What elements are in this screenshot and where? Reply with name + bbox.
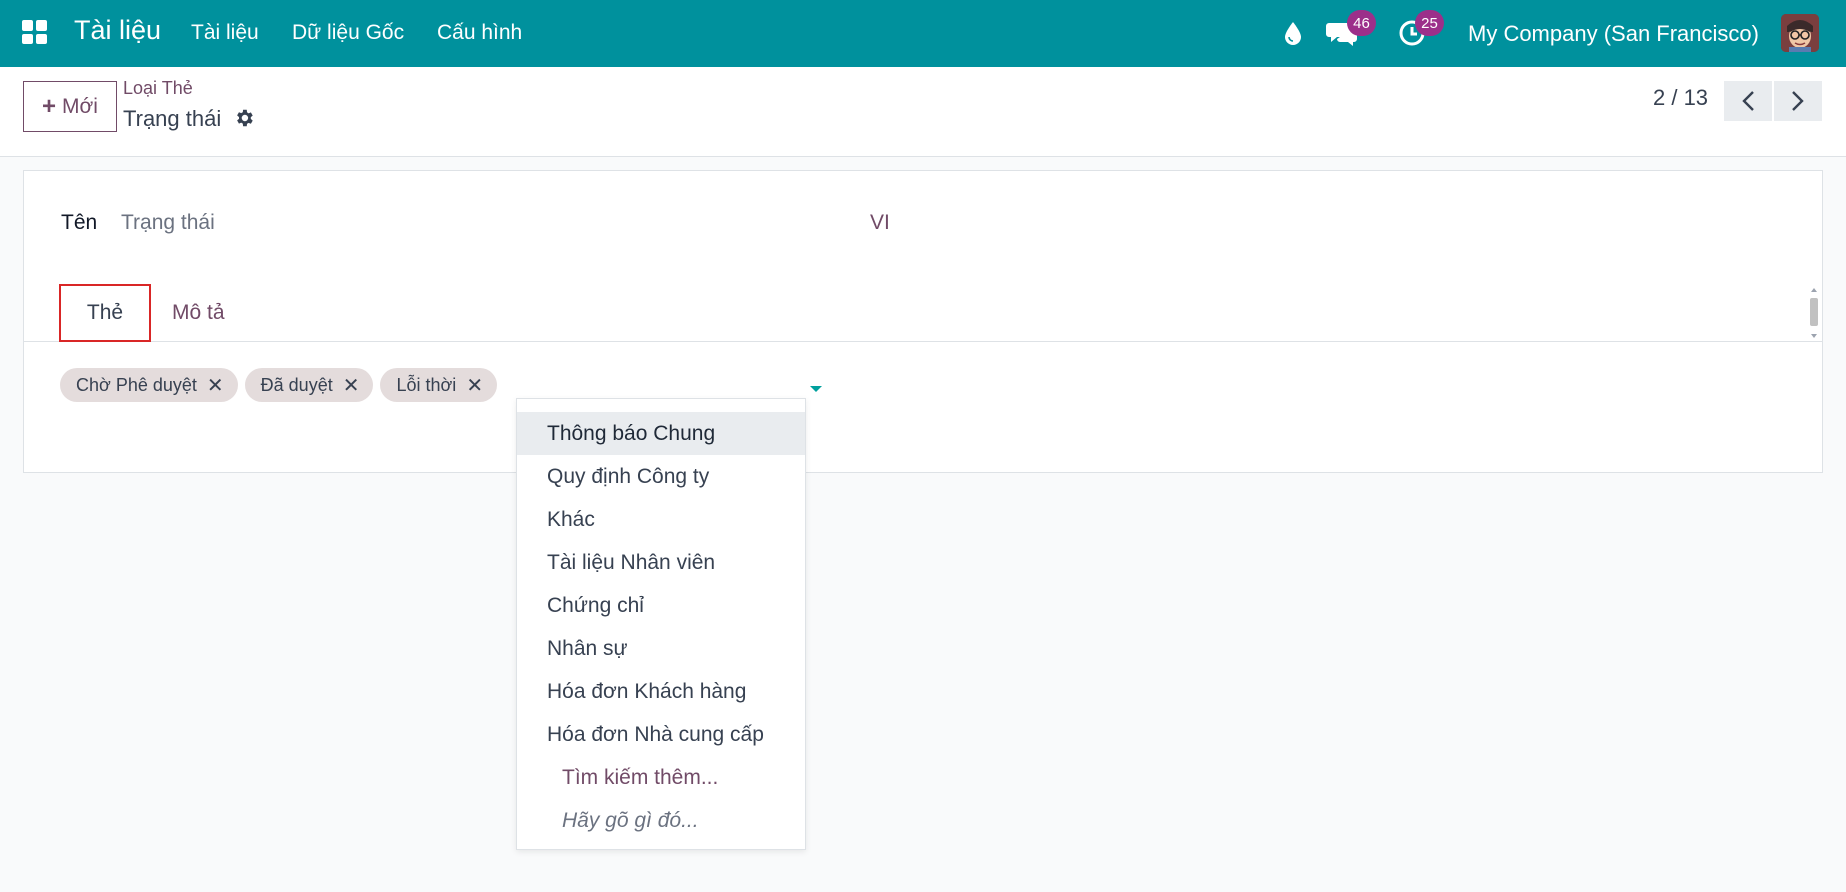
apps-menu-icon[interactable] [22, 20, 47, 44]
top-navbar: Tài liệu Tài liệu Dữ liệu Gốc Cấu hình 4… [0, 0, 1846, 67]
tag-label: Chờ Phê duyệt [76, 374, 197, 395]
gear-icon[interactable] [233, 107, 255, 129]
tag-label: Lỗi thời [396, 374, 457, 395]
type-something-hint: Hãy gõ gì đó... [562, 808, 699, 832]
messages-count-badge: 46 [1347, 10, 1376, 36]
tag-chip: Chờ Phê duyệt ✕ [60, 368, 238, 402]
new-button[interactable]: + Mới [23, 81, 117, 132]
dropdown-option[interactable]: Thông báo Chung [517, 412, 805, 455]
language-button[interactable]: VI [870, 211, 890, 235]
menu-item-master-data[interactable]: Dữ liệu Gốc [292, 21, 404, 45]
chevron-left-icon [1742, 91, 1754, 111]
chevron-right-icon [1792, 91, 1804, 111]
user-avatar[interactable] [1781, 14, 1819, 52]
dropdown-option[interactable]: Nhân sự [517, 627, 805, 670]
name-field-input[interactable]: Trạng thái [121, 211, 215, 235]
control-panel: + Mới Loại Thẻ Trạng thái 2 / 13 [0, 67, 1846, 157]
breadcrumb-parent-link[interactable]: Loại Thẻ [123, 78, 193, 99]
dropdown-option[interactable]: Chứng chỉ [517, 584, 805, 627]
dropdown-option[interactable]: Hóa đơn Nhà cung cấp [517, 713, 805, 756]
search-more-link[interactable]: Tìm kiếm thêm... [517, 756, 805, 799]
drop-icon[interactable] [1276, 16, 1310, 50]
breadcrumb-current: Trạng thái [123, 106, 222, 131]
tag-label: Đã duyệt [260, 374, 333, 395]
tabs-scrollbar[interactable] [1808, 284, 1820, 342]
dropdown-option[interactable]: Tài liệu Nhân viên [517, 541, 805, 584]
close-icon[interactable]: ✕ [466, 373, 483, 398]
menu-item-documents[interactable]: Tài liệu [191, 21, 259, 45]
pager-next-button[interactable] [1774, 81, 1822, 121]
activities-count-badge: 25 [1415, 10, 1444, 36]
close-icon[interactable]: ✕ [343, 373, 360, 398]
dropdown-option[interactable]: Khác [517, 498, 805, 541]
tag-chip: Lỗi thời ✕ [380, 368, 498, 402]
menu-item-configuration[interactable]: Cấu hình [437, 21, 522, 45]
app-title[interactable]: Tài liệu [74, 15, 161, 46]
tab-description[interactable]: Mô tả [172, 284, 225, 342]
company-switcher[interactable]: My Company (San Francisco) [1468, 21, 1759, 47]
pager-previous-button[interactable] [1724, 81, 1772, 121]
plus-icon: + [42, 92, 57, 120]
name-field-label: Tên [61, 211, 98, 234]
tag-chip: Đã duyệt ✕ [244, 368, 374, 402]
tags-list: Chờ Phê duyệt ✕ Đã duyệt ✕ Lỗi thời ✕ [60, 368, 498, 402]
autocomplete-dropdown: Thông báo Chung Quy định Công ty Khác Tà… [516, 398, 806, 850]
new-button-label: Mới [62, 94, 98, 118]
dropdown-option[interactable]: Quy định Công ty [517, 455, 805, 498]
close-icon[interactable]: ✕ [207, 373, 224, 398]
tab-tags[interactable]: Thẻ [59, 284, 151, 342]
notebook-tabs: Thẻ Mô tả [24, 284, 1822, 342]
caret-down-icon[interactable] [810, 386, 822, 392]
pager-value[interactable]: 2 / 13 [1653, 85, 1708, 111]
dropdown-option[interactable]: Hóa đơn Khách hàng [517, 670, 805, 713]
form-sheet: Tên Trạng thái VI Thẻ Mô tả Chờ Phê duyệ… [23, 170, 1823, 473]
